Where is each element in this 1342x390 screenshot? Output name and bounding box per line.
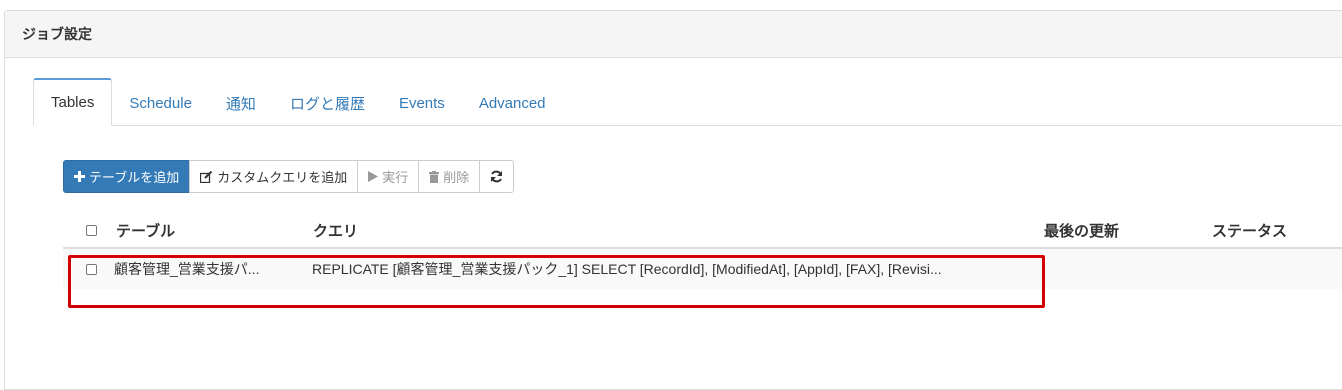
delete-label: 削除 xyxy=(443,170,470,185)
select-all-checkbox[interactable] xyxy=(86,224,97,236)
tables-table: テーブル クエリ 最後の更新 ステータス 顧客管理_営業支援パ... REPLI… xyxy=(63,213,1342,289)
tab-bar: Tables Schedule 通知 ログと履歴 Events Advanced xyxy=(33,78,1342,126)
add-custom-query-button[interactable]: カスタムクエリを追加 xyxy=(189,160,359,193)
trash-icon xyxy=(429,170,440,183)
column-header-table[interactable]: テーブル xyxy=(106,220,293,241)
add-custom-query-label: カスタムクエリを追加 xyxy=(217,170,348,185)
refresh-icon xyxy=(490,170,503,183)
tab-events[interactable]: Events xyxy=(382,80,462,126)
row-table-name[interactable]: 顧客管理_営業支援パ... xyxy=(106,259,284,279)
column-header-query[interactable]: クエリ xyxy=(293,220,1044,241)
delete-button[interactable]: 削除 xyxy=(418,160,481,193)
table-toolbar: テーブルを追加 カスタムクエリを追加 実行 削除 xyxy=(63,160,515,193)
tab-notification[interactable]: 通知 xyxy=(209,80,273,126)
play-icon xyxy=(368,171,379,182)
row-checkbox[interactable] xyxy=(86,263,97,275)
add-table-button[interactable]: テーブルを追加 xyxy=(63,160,191,193)
row-checkbox-cell xyxy=(63,263,106,275)
row-query[interactable]: REPLICATE [顧客管理_営業支援パック_1] SELECT [Recor… xyxy=(284,259,1025,279)
add-table-label: テーブルを追加 xyxy=(89,170,180,185)
job-settings-panel: ジョブ設定 xyxy=(4,10,1342,390)
panel-title: ジョブ設定 xyxy=(5,11,1342,58)
plus-icon xyxy=(74,171,85,182)
table-header: テーブル クエリ 最後の更新 ステータス xyxy=(63,213,1342,249)
select-all-checkbox-cell xyxy=(63,224,106,236)
column-header-last-updated[interactable]: 最後の更新 xyxy=(1044,220,1212,241)
refresh-button[interactable] xyxy=(479,160,515,193)
tab-logs-history[interactable]: ログと履歴 xyxy=(273,80,382,126)
tab-advanced[interactable]: Advanced xyxy=(462,80,563,126)
table-row[interactable]: 顧客管理_営業支援パ... REPLICATE [顧客管理_営業支援パック_1]… xyxy=(63,249,1342,289)
column-header-status[interactable]: ステータス xyxy=(1212,220,1342,241)
run-button[interactable]: 実行 xyxy=(357,160,420,193)
tab-schedule[interactable]: Schedule xyxy=(112,80,209,126)
run-label: 実行 xyxy=(382,170,409,185)
edit-icon xyxy=(200,170,213,183)
tab-tables[interactable]: Tables xyxy=(33,78,113,126)
